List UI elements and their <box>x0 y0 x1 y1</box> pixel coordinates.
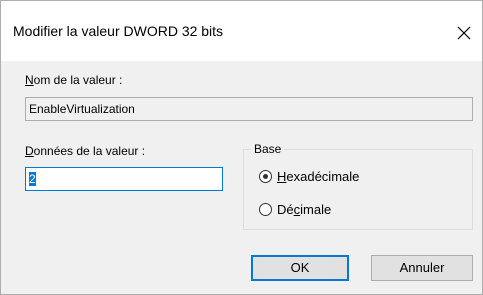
radio-hexadecimal[interactable]: Hexadécimale <box>259 169 409 185</box>
value-name-mnemonic: N <box>25 73 34 87</box>
ok-button[interactable]: OK <box>251 255 349 281</box>
title-bar: Modifier la valeur DWORD 32 bits <box>1 1 482 61</box>
radio-hexadecimal-label: Hexadécimale <box>277 169 360 184</box>
radio-hexadecimal-mnemonic: H <box>277 169 287 184</box>
close-button[interactable] <box>446 15 482 51</box>
radio-decimal-circle <box>259 203 272 216</box>
base-legend: Base <box>251 142 285 156</box>
cancel-button[interactable]: Annuler <box>371 255 473 281</box>
close-icon <box>457 26 471 40</box>
edit-dword-dialog: Modifier la valeur DWORD 32 bits Nom de … <box>0 0 483 295</box>
radio-decimal-label: Décimale <box>277 202 332 217</box>
value-name-field[interactable]: EnableVirtualization <box>25 97 473 121</box>
value-name-text: EnableVirtualization <box>29 102 135 116</box>
window-title: Modifier la valeur DWORD 32 bits <box>13 23 224 39</box>
radio-selected-dot <box>263 174 268 179</box>
radio-hexadecimal-circle <box>259 170 272 183</box>
value-data-label: Données de la valeur : <box>25 144 145 158</box>
value-data-label-text: onnées de la valeur : <box>33 144 146 158</box>
value-data-text: 2 <box>29 172 36 186</box>
value-data-input[interactable]: 2 <box>25 167 223 191</box>
radio-decimal[interactable]: Décimale <box>259 202 379 218</box>
value-data-mnemonic: D <box>25 144 34 158</box>
value-name-label: Nom de la valeur : <box>25 73 122 87</box>
value-name-label-text: om de la valeur : <box>33 73 123 87</box>
